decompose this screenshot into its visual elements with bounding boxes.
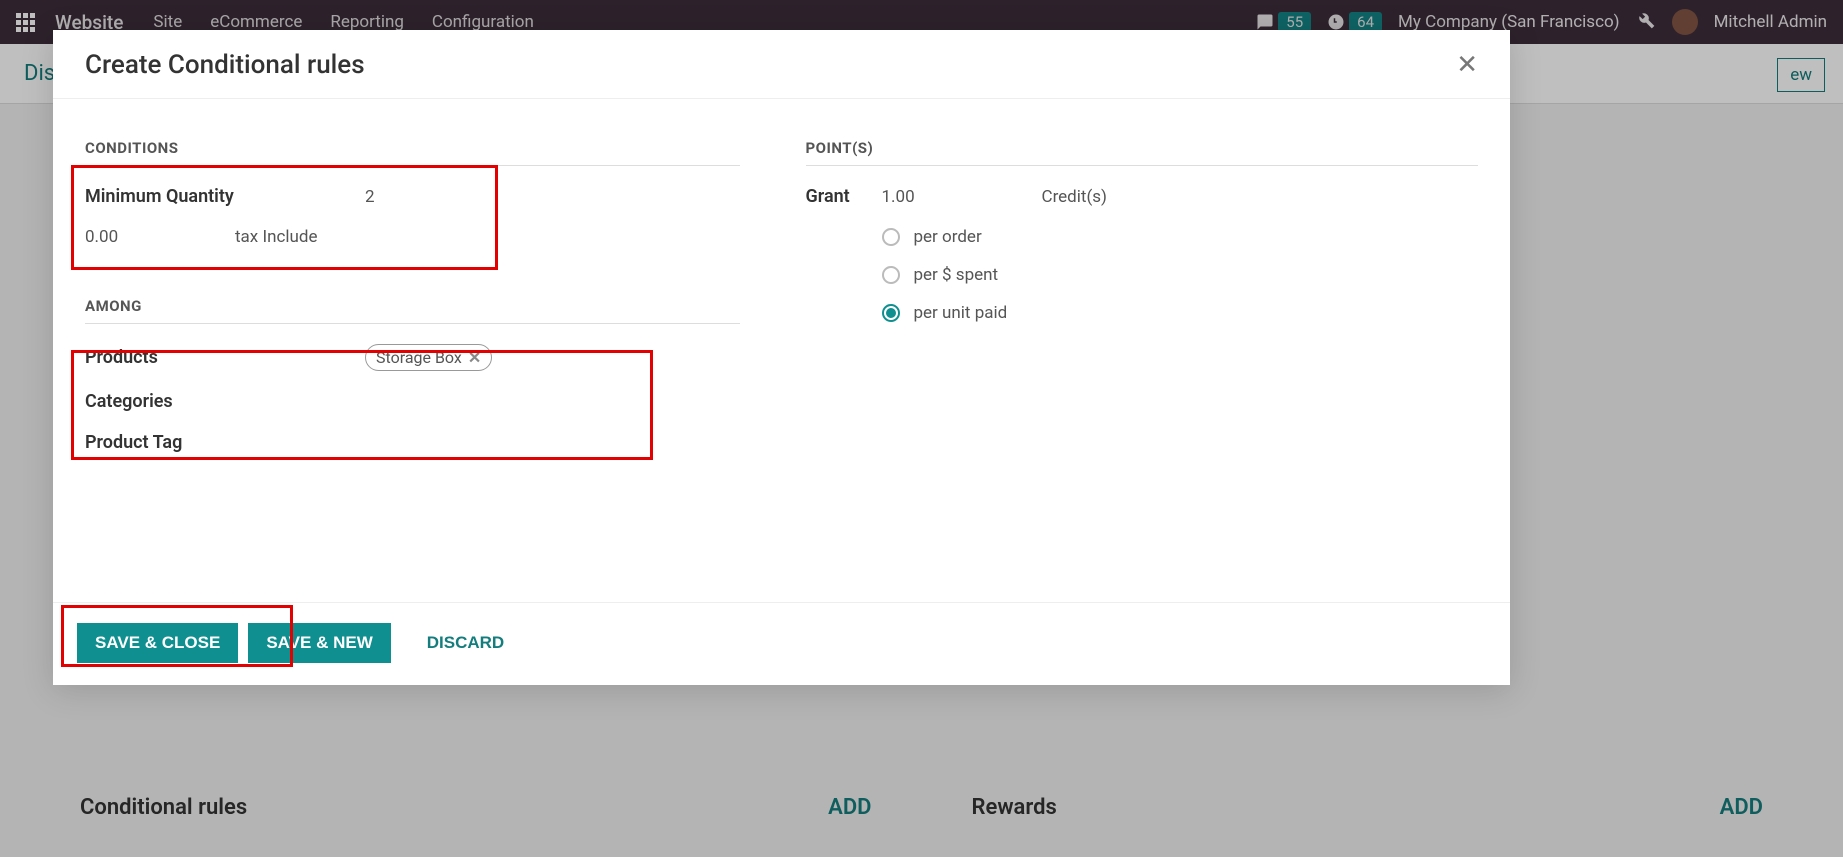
credits-label: Credit(s)	[1042, 187, 1107, 207]
radio-icon	[882, 228, 900, 246]
highlight-save-close	[61, 605, 293, 667]
radio-label: per order	[914, 227, 982, 247]
radio-per-unit-paid[interactable]: per unit paid	[882, 303, 1479, 323]
radio-label: per $ spent	[914, 265, 999, 285]
modal-header: Create Conditional rules ✕	[53, 30, 1510, 99]
modal-title: Create Conditional rules	[85, 50, 365, 80]
radio-icon	[882, 266, 900, 284]
radio-per-dollar-spent[interactable]: per $ spent	[882, 265, 1479, 285]
grant-value[interactable]: 1.00	[882, 187, 1042, 207]
modal-create-conditional-rules: Create Conditional rules ✕ Conditions Mi…	[53, 30, 1510, 685]
among-heading: Among	[85, 297, 740, 324]
conditions-heading: Conditions	[85, 139, 740, 166]
radio-per-order[interactable]: per order	[882, 227, 1479, 247]
grant-label: Grant	[806, 186, 882, 207]
close-icon[interactable]: ✕	[1456, 52, 1478, 78]
points-heading: Point(s)	[806, 139, 1479, 166]
highlight-conditions	[71, 165, 498, 270]
discard-button[interactable]: DISCARD	[409, 623, 522, 663]
highlight-among	[71, 350, 653, 460]
radio-label: per unit paid	[914, 303, 1008, 323]
col-right: Point(s) Grant 1.00 Credit(s) per order …	[806, 139, 1479, 582]
radio-icon	[882, 304, 900, 322]
